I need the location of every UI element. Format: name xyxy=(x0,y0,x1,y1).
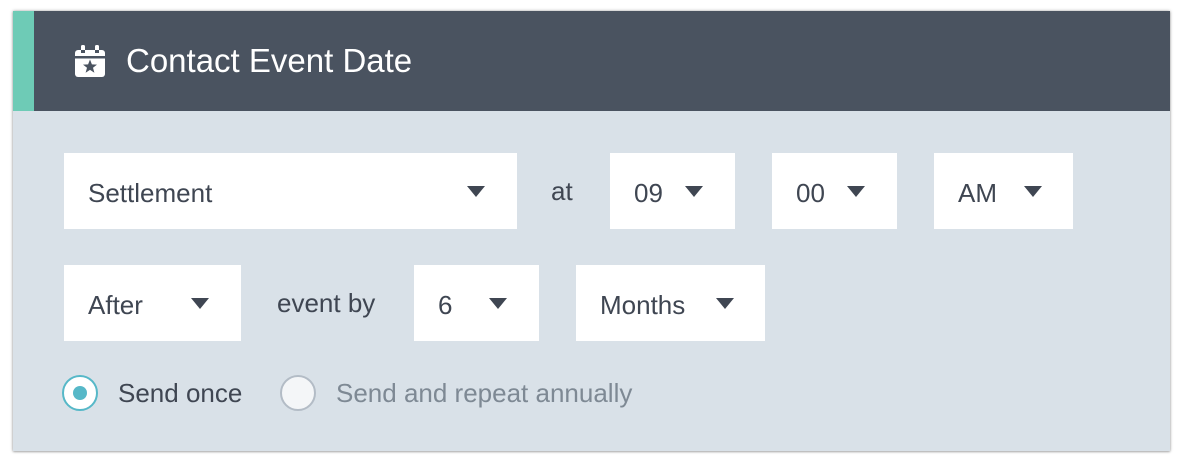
minute-value: 00 xyxy=(796,178,825,208)
card-header: Contact Event Date xyxy=(13,11,1170,111)
chevron-down-icon xyxy=(716,298,734,309)
contact-event-date-card: Contact Event Date Settlement at 09 00 A… xyxy=(13,11,1170,451)
direction-value: After xyxy=(88,290,143,320)
calendar-star-icon xyxy=(75,45,105,77)
send-once-radio[interactable] xyxy=(62,375,98,411)
send-once-label[interactable]: Send once xyxy=(118,373,242,413)
event-by-label: event by xyxy=(277,288,376,318)
amount-select[interactable]: 6 xyxy=(414,265,539,341)
chevron-down-icon xyxy=(489,298,507,309)
chevron-down-icon xyxy=(467,186,485,197)
unit-select[interactable]: Months xyxy=(576,265,765,341)
ampm-select[interactable]: AM xyxy=(934,153,1073,229)
chevron-down-icon xyxy=(685,186,703,197)
send-and-repeat-label[interactable]: Send and repeat annually xyxy=(336,373,632,413)
event-type-select[interactable]: Settlement xyxy=(64,153,517,229)
send-and-repeat-radio[interactable] xyxy=(280,375,316,411)
accent-bar xyxy=(13,11,34,111)
card-title: Contact Event Date xyxy=(126,42,413,79)
minute-select[interactable]: 00 xyxy=(772,153,897,229)
radio-selected-dot xyxy=(73,386,87,400)
ampm-value: AM xyxy=(958,178,997,208)
event-type-value: Settlement xyxy=(88,178,213,208)
amount-value: 6 xyxy=(438,290,453,320)
hour-select[interactable]: 09 xyxy=(610,153,735,229)
chevron-down-icon xyxy=(847,186,865,197)
direction-select[interactable]: After xyxy=(64,265,241,341)
chevron-down-icon xyxy=(1024,186,1042,197)
chevron-down-icon xyxy=(191,298,209,309)
hour-value: 09 xyxy=(634,178,663,208)
at-label: at xyxy=(551,176,573,206)
unit-value: Months xyxy=(600,290,686,320)
